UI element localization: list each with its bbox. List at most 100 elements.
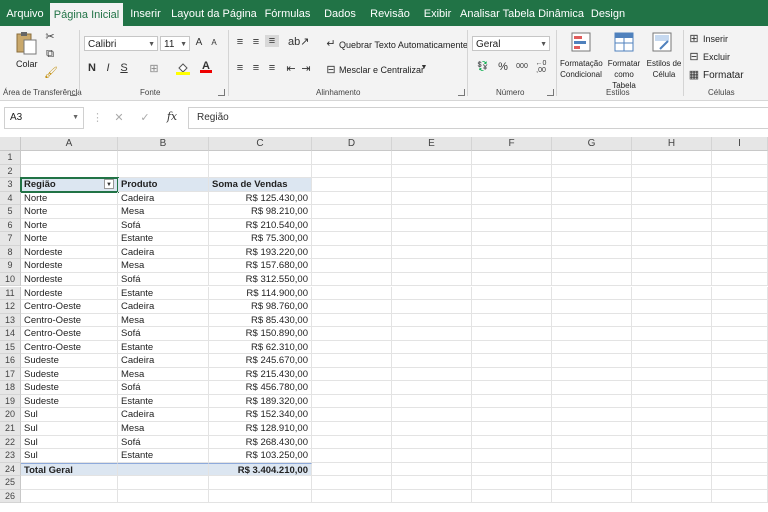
delete-cells-button[interactable]: Excluir: [703, 52, 730, 63]
conditional-formatting-icon[interactable]: [571, 32, 591, 52]
row-header[interactable]: 26: [0, 489, 21, 504]
cell[interactable]: [312, 340, 392, 355]
pivot-cell[interactable]: R$ 128.910,00: [209, 422, 312, 436]
align-bottom-icon[interactable]: ≡: [265, 35, 279, 47]
cell[interactable]: [632, 272, 712, 287]
cell[interactable]: [118, 489, 209, 504]
cell[interactable]: [392, 151, 472, 165]
cell[interactable]: [712, 394, 768, 409]
pivot-cell[interactable]: R$ 193.220,00: [209, 245, 312, 260]
cell[interactable]: [392, 435, 472, 450]
cell[interactable]: [392, 205, 472, 219]
column-header[interactable]: C: [209, 137, 312, 151]
row-header[interactable]: 16: [0, 354, 21, 368]
insert-cells-button[interactable]: Inserir: [703, 34, 728, 45]
cell[interactable]: [392, 178, 472, 192]
confirm-entry-icon[interactable]: ✓: [138, 111, 152, 124]
pivot-cell[interactable]: R$ 312.550,00: [209, 272, 312, 287]
shrink-font-icon[interactable]: A: [208, 38, 220, 47]
cell[interactable]: [552, 245, 632, 260]
merge-center-icon[interactable]: ⊟: [325, 63, 337, 76]
cell[interactable]: [312, 313, 392, 328]
pivot-cell[interactable]: R$ 85.430,00: [209, 313, 312, 328]
cell[interactable]: [118, 151, 209, 165]
number-launcher-icon[interactable]: [547, 89, 554, 96]
row-header[interactable]: 14: [0, 327, 21, 341]
cell[interactable]: [712, 422, 768, 436]
cell[interactable]: [632, 435, 712, 450]
pivot-cell[interactable]: Sudeste: [21, 394, 118, 409]
cell[interactable]: [632, 218, 712, 233]
cell[interactable]: [472, 327, 552, 341]
cell[interactable]: [209, 489, 312, 504]
cell[interactable]: [392, 462, 472, 477]
pivot-cell[interactable]: Nordeste: [21, 245, 118, 260]
cell[interactable]: [552, 435, 632, 450]
cell[interactable]: [472, 462, 552, 477]
cell[interactable]: [209, 151, 312, 165]
clipboard-launcher-icon[interactable]: [70, 89, 77, 96]
cell[interactable]: [632, 394, 712, 409]
cell[interactable]: [632, 340, 712, 355]
pivot-cell[interactable]: Mesa: [118, 367, 209, 382]
pivot-cell[interactable]: Cadeira: [118, 245, 209, 260]
cell[interactable]: [472, 259, 552, 273]
pivot-cell[interactable]: R$ 215.430,00: [209, 367, 312, 382]
cell[interactable]: [632, 408, 712, 422]
column-header[interactable]: I: [712, 137, 768, 151]
cell[interactable]: [552, 218, 632, 233]
cell[interactable]: [312, 205, 392, 219]
conditional-formatting-button[interactable]: Formatação Condicional: [560, 58, 603, 80]
cell[interactable]: [632, 259, 712, 273]
formula-input[interactable]: Região: [188, 107, 768, 129]
cell[interactable]: [712, 232, 768, 246]
cell[interactable]: [712, 462, 768, 477]
pivot-cell[interactable]: Sofá: [118, 381, 209, 395]
cell[interactable]: [712, 191, 768, 206]
cell[interactable]: [392, 422, 472, 436]
wrap-text-icon[interactable]: ↵: [325, 37, 337, 50]
row-header[interactable]: 1: [0, 151, 21, 165]
cell[interactable]: [632, 489, 712, 504]
decrease-indent-icon[interactable]: ⇤: [285, 62, 297, 75]
pivot-cell[interactable]: Norte: [21, 205, 118, 219]
font-launcher-icon[interactable]: [218, 89, 225, 96]
cell[interactable]: [632, 354, 712, 368]
currency-icon[interactable]: 💱: [474, 61, 492, 72]
spreadsheet-grid[interactable]: A B C D E F G H I 1 2 3 Região ▼ Produto Soma de Vendas…: [0, 137, 768, 512]
pivot-cell[interactable]: Cadeira: [118, 354, 209, 368]
cell[interactable]: [392, 394, 472, 409]
cell[interactable]: [552, 178, 632, 192]
cell[interactable]: [21, 164, 118, 179]
cell[interactable]: [312, 232, 392, 246]
pivot-cell[interactable]: Sofá: [118, 218, 209, 233]
cell[interactable]: [392, 381, 472, 395]
cell[interactable]: [392, 489, 472, 504]
pivot-cell[interactable]: Mesa: [118, 205, 209, 219]
paste-icon[interactable]: [14, 30, 38, 56]
cell[interactable]: [472, 354, 552, 368]
format-painter-icon[interactable]: 🖌: [44, 66, 58, 79]
cell[interactable]: [312, 354, 392, 368]
cell[interactable]: [552, 354, 632, 368]
font-size-select[interactable]: 11 ▼: [160, 36, 190, 51]
column-header[interactable]: H: [632, 137, 712, 151]
cell[interactable]: [209, 476, 312, 490]
pivot-cell[interactable]: R$ 62.310,00: [209, 340, 312, 355]
tab-dados[interactable]: Dados: [315, 0, 365, 26]
cell[interactable]: [712, 286, 768, 301]
cell[interactable]: [472, 151, 552, 165]
cell[interactable]: [21, 151, 118, 165]
cell[interactable]: [712, 435, 768, 450]
cell[interactable]: [632, 313, 712, 328]
cell[interactable]: [712, 245, 768, 260]
cell[interactable]: [392, 300, 472, 314]
cell[interactable]: [21, 489, 118, 504]
row-header[interactable]: 8: [0, 245, 21, 260]
align-left-icon[interactable]: ≡: [234, 62, 246, 74]
pivot-cell[interactable]: Centro-Oeste: [21, 340, 118, 355]
cell[interactable]: [632, 286, 712, 301]
pivot-cell[interactable]: R$ 98.210,00: [209, 205, 312, 219]
pivot-cell[interactable]: Norte: [21, 191, 118, 206]
cancel-entry-icon[interactable]: ✕: [112, 111, 126, 124]
